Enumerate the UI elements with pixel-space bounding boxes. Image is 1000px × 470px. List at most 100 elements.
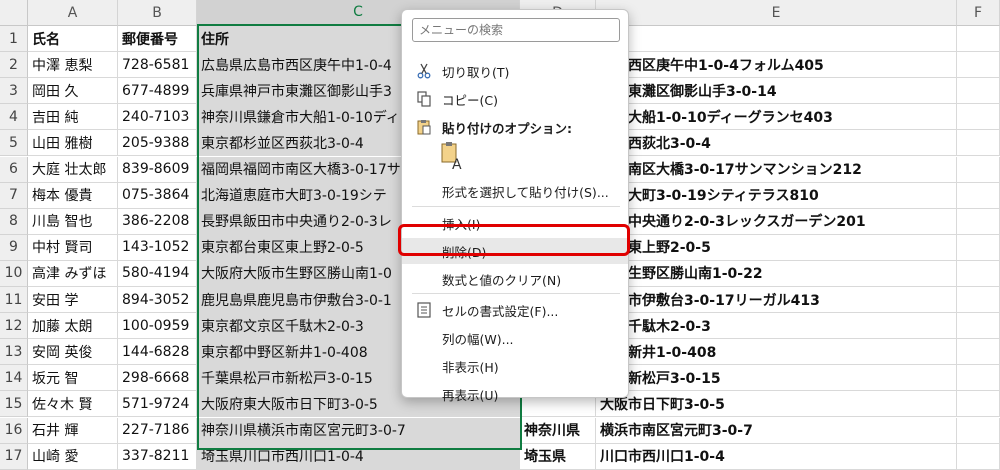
cell-f9[interactable] (957, 234, 1000, 261)
cell-a3[interactable]: 岡田 久 (28, 78, 118, 105)
cell-f7[interactable] (957, 182, 1000, 209)
cell-a16[interactable]: 石井 輝 (28, 417, 118, 444)
cell-f2[interactable] (957, 52, 1000, 79)
cell-f5[interactable] (957, 130, 1000, 157)
cell-b17[interactable]: 337-8211 (118, 443, 197, 470)
cell-a5[interactable]: 山田 雅樹 (28, 130, 118, 157)
cell-a6[interactable]: 大庭 壮太郎 (28, 156, 118, 183)
cell-f3[interactable] (957, 78, 1000, 105)
cell-e13[interactable]: 野区新井1-0-408 (596, 339, 957, 366)
row-header[interactable]: 15 (0, 391, 28, 418)
cell-a14[interactable]: 坂元 智 (28, 365, 118, 392)
column-header-f[interactable]: F (957, 0, 1000, 26)
cell-e4[interactable]: 倉市大船1-0-10ディーグランセ403 (596, 104, 957, 131)
menu-item-insert[interactable]: 挿入(I) (402, 210, 628, 236)
cell-a2[interactable]: 中澤 恵梨 (28, 52, 118, 79)
row-header[interactable]: 9 (0, 234, 28, 261)
cell-e1[interactable]: 所 (596, 26, 957, 53)
cell-b15[interactable]: 571-9724 (118, 391, 197, 418)
row-header[interactable]: 11 (0, 287, 28, 314)
cell-f11[interactable] (957, 287, 1000, 314)
row-header[interactable]: 16 (0, 417, 28, 444)
cell-d17[interactable]: 埼玉県 (520, 443, 596, 470)
cell-b10[interactable]: 580-4194 (118, 260, 197, 287)
cell-f13[interactable] (957, 339, 1000, 366)
menu-item-column-width[interactable]: 列の幅(W)... (402, 325, 628, 351)
cell-c16[interactable]: 神奈川県横浜市南区宮元町3-0-7 (197, 417, 520, 444)
cell-e11[interactable]: 児島市伊敷台3-0-17リーガル413 (596, 287, 957, 314)
column-header-b[interactable]: B (118, 0, 197, 26)
cell-a7[interactable]: 梅本 優貴 (28, 182, 118, 209)
menu-item-cut[interactable]: 切り取り(T) (402, 58, 628, 84)
cell-b5[interactable]: 205-9388 (118, 130, 197, 157)
cell-b8[interactable]: 386-2208 (118, 208, 197, 235)
cell-b1[interactable]: 郵便番号 (118, 26, 197, 53)
column-header-e[interactable]: E (596, 0, 957, 26)
cell-f17[interactable] (957, 443, 1000, 470)
cell-a17[interactable]: 山崎 愛 (28, 443, 118, 470)
cell-b7[interactable]: 075-3864 (118, 182, 197, 209)
cell-f16[interactable] (957, 417, 1000, 444)
cell-a11[interactable]: 安田 学 (28, 287, 118, 314)
row-header[interactable]: 1 (0, 26, 28, 53)
row-header[interactable]: 2 (0, 52, 28, 79)
cell-f10[interactable] (957, 260, 1000, 287)
cell-e15[interactable]: 大阪市日下町3-0-5 (596, 391, 957, 418)
cell-b16[interactable]: 227-7186 (118, 417, 197, 444)
cell-e6[interactable]: 岡市南区大橋3-0-17サンマンション212 (596, 156, 957, 183)
menu-item-clear-contents[interactable]: 数式と値のクリア(N) (402, 266, 628, 292)
cell-e16[interactable]: 横浜市南区宮元町3-0-7 (596, 417, 957, 444)
menu-item-paste-special[interactable]: 形式を選択して貼り付け(S)... (402, 178, 628, 204)
cell-f14[interactable] (957, 365, 1000, 392)
cell-b11[interactable]: 894-3052 (118, 287, 197, 314)
cell-e3[interactable]: 戸市東灘区御影山手3-0-14 (596, 78, 957, 105)
row-header[interactable]: 6 (0, 156, 28, 183)
paste-values-icon[interactable]: A (440, 140, 466, 173)
cell-b2[interactable]: 728-6581 (118, 52, 197, 79)
cell-b13[interactable]: 144-6828 (118, 339, 197, 366)
menu-item-unhide[interactable]: 再表示(U) (402, 381, 628, 407)
cell-e9[interactable]: 東区東上野2-0-5 (596, 234, 957, 261)
cell-e8[interactable]: 田市中央通り2-0-3レックスガーデン201 (596, 208, 957, 235)
menu-item-format-cells[interactable]: セルの書式設定(F)... (402, 297, 628, 323)
row-header[interactable]: 13 (0, 339, 28, 366)
row-header[interactable]: 10 (0, 260, 28, 287)
cell-a10[interactable]: 高津 みずほ (28, 260, 118, 287)
cell-b9[interactable]: 143-1052 (118, 234, 197, 261)
cell-a15[interactable]: 佐々木 賢 (28, 391, 118, 418)
select-all-corner[interactable] (0, 0, 28, 26)
cell-f6[interactable] (957, 156, 1000, 183)
cell-a8[interactable]: 川島 智也 (28, 208, 118, 235)
cell-e17[interactable]: 川口市西川口1-0-4 (596, 443, 957, 470)
cell-a1[interactable]: 氏名 (28, 26, 118, 53)
cell-f8[interactable] (957, 208, 1000, 235)
cell-e14[interactable]: 戸市新松戸3-0-15 (596, 365, 957, 392)
cell-c17[interactable]: 埼玉県川口市西川口1-0-4 (197, 443, 520, 470)
cell-a4[interactable]: 吉田 純 (28, 104, 118, 131)
cell-f4[interactable] (957, 104, 1000, 131)
cell-e5[interactable]: 並区西荻北3-0-4 (596, 130, 957, 157)
cell-a12[interactable]: 加藤 太朗 (28, 313, 118, 340)
column-header-a[interactable]: A (28, 0, 118, 26)
row-header[interactable]: 4 (0, 104, 28, 131)
cell-f12[interactable] (957, 313, 1000, 340)
cell-b4[interactable]: 240-7103 (118, 104, 197, 131)
cell-b6[interactable]: 839-8609 (118, 156, 197, 183)
menu-item-copy[interactable]: コピー(C) (402, 86, 628, 112)
cell-e12[interactable]: 京区千駄木2-0-3 (596, 313, 957, 340)
row-header[interactable]: 14 (0, 365, 28, 392)
menu-item-hide[interactable]: 非表示(H) (402, 353, 628, 379)
menu-item-delete[interactable]: 削除(D) (402, 238, 628, 264)
row-header[interactable]: 5 (0, 130, 28, 157)
row-header[interactable]: 3 (0, 78, 28, 105)
cell-a13[interactable]: 安岡 英俊 (28, 339, 118, 366)
row-header[interactable]: 17 (0, 443, 28, 470)
cell-e7[interactable]: 庭市大町3-0-19シティテラス810 (596, 182, 957, 209)
cell-f1[interactable] (957, 26, 1000, 53)
cell-e10[interactable]: 阪市生野区勝山南1-0-22 (596, 260, 957, 287)
cell-a9[interactable]: 中村 賢司 (28, 234, 118, 261)
row-header[interactable]: 8 (0, 208, 28, 235)
cell-b3[interactable]: 677-4899 (118, 78, 197, 105)
cell-b12[interactable]: 100-0959 (118, 313, 197, 340)
row-header[interactable]: 7 (0, 182, 28, 209)
